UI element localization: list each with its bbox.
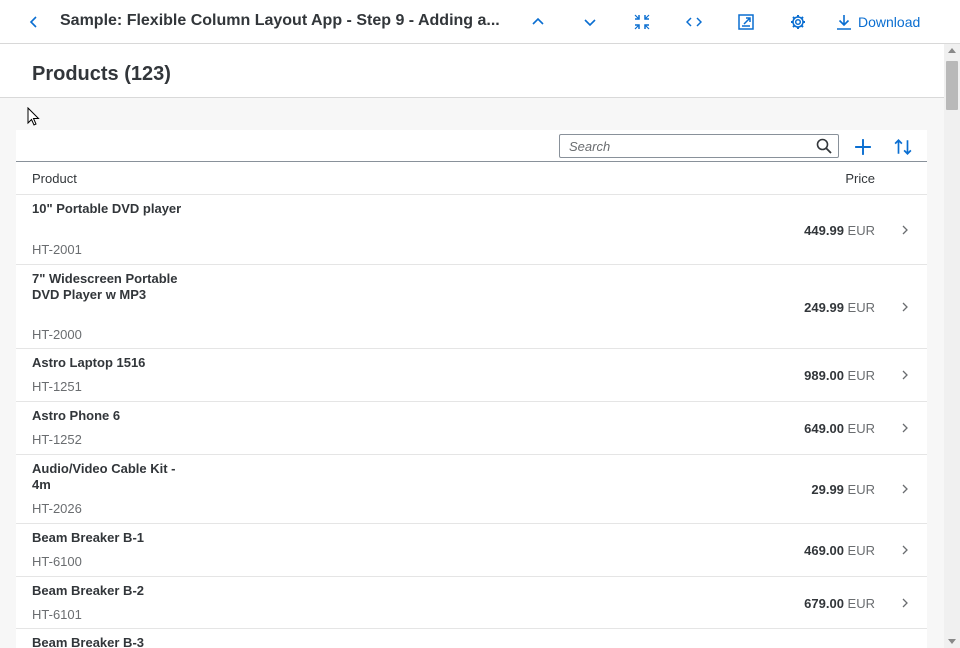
chevron-down-icon xyxy=(584,19,596,27)
table-row[interactable]: Audio/Video Cable Kit - 4m HT-2026 29.99… xyxy=(16,455,927,524)
product-id: HT-2026 xyxy=(32,501,82,516)
column-header-product[interactable]: Product xyxy=(32,171,77,186)
vertical-scrollbar[interactable] xyxy=(944,44,960,648)
show-code-button[interactable] xyxy=(684,8,704,36)
product-price: 449.99 EUR xyxy=(804,223,875,238)
settings-button[interactable] xyxy=(788,8,808,36)
table-toolbar xyxy=(16,130,927,162)
product-id: HT-6100 xyxy=(32,554,82,569)
back-icon xyxy=(29,16,37,28)
table-body: 10" Portable DVD player HT-2001 449.99 E… xyxy=(16,195,927,648)
price-currency: EUR xyxy=(847,482,875,497)
chevron-up-icon xyxy=(532,17,544,25)
page-title: Products (123) xyxy=(32,63,171,85)
chevron-right-icon xyxy=(902,370,908,380)
next-button[interactable] xyxy=(580,8,600,36)
scroll-up-icon[interactable] xyxy=(948,48,956,53)
product-price: 649.00 EUR xyxy=(804,421,875,436)
download-icon xyxy=(837,15,851,30)
gear-icon xyxy=(791,15,805,29)
price-currency: EUR xyxy=(847,543,875,558)
previous-button[interactable] xyxy=(528,8,548,36)
price-value: 249.99 xyxy=(804,300,844,315)
exit-full-screen-icon xyxy=(634,14,650,30)
chevron-right-icon xyxy=(902,423,908,433)
sort-icon xyxy=(894,139,912,155)
search-input[interactable] xyxy=(560,136,804,156)
products-table: Product Price 10" Portable DVD player HT… xyxy=(16,130,927,648)
price-value: 449.99 xyxy=(804,223,844,238)
product-id: HT-2001 xyxy=(32,242,82,257)
price-value: 649.00 xyxy=(804,421,844,436)
add-icon xyxy=(855,139,871,155)
table-row[interactable]: Beam Breaker B-3 xyxy=(16,629,927,648)
product-name: 10" Portable DVD player xyxy=(32,201,182,216)
price-value: 29.99 xyxy=(811,482,844,497)
add-button[interactable] xyxy=(852,136,874,158)
chevron-right-icon xyxy=(902,225,908,235)
table-row[interactable]: Astro Phone 6 HT-1252 649.00 EUR xyxy=(16,402,927,455)
price-currency: EUR xyxy=(847,223,875,238)
open-in-new-window-button[interactable] xyxy=(736,8,756,36)
product-price: 29.99 EUR xyxy=(811,482,875,497)
price-value: 469.00 xyxy=(804,543,844,558)
search-field[interactable] xyxy=(559,134,839,158)
back-button[interactable] xyxy=(24,8,44,36)
app-title: Sample: Flexible Column Layout App - Ste… xyxy=(60,12,500,29)
column-header-price[interactable]: Price xyxy=(845,171,875,186)
product-price: 679.00 EUR xyxy=(804,596,875,611)
product-id: HT-1252 xyxy=(32,432,82,447)
download-button[interactable]: Download xyxy=(836,8,920,36)
code-icon xyxy=(686,17,702,27)
product-price: 469.00 EUR xyxy=(804,543,875,558)
price-currency: EUR xyxy=(847,596,875,611)
table-header: Product Price xyxy=(16,162,927,195)
table-row[interactable]: Beam Breaker B-1 HT-6100 469.00 EUR xyxy=(16,524,927,577)
table-row[interactable]: Beam Breaker B-2 HT-6101 679.00 EUR xyxy=(16,577,927,629)
product-name: Astro Phone 6 xyxy=(32,408,121,423)
product-name: Audio/Video Cable Kit - 4m xyxy=(32,461,176,492)
price-value: 989.00 xyxy=(804,368,844,383)
price-currency: EUR xyxy=(847,421,875,436)
product-name: Astro Laptop 1516 xyxy=(32,355,146,370)
product-name: Beam Breaker B-2 xyxy=(32,583,145,598)
chevron-right-icon xyxy=(902,484,908,494)
price-value: 679.00 xyxy=(804,596,844,611)
product-price: 989.00 EUR xyxy=(804,368,875,383)
page-header: Products (123) xyxy=(0,44,944,98)
top-toolbar: Sample: Flexible Column Layout App - Ste… xyxy=(0,0,960,44)
exit-full-screen-button[interactable] xyxy=(632,8,652,36)
price-currency: EUR xyxy=(847,300,875,315)
product-id: HT-1251 xyxy=(32,379,82,394)
search-icon[interactable] xyxy=(816,138,832,154)
scrollbar-thumb[interactable] xyxy=(946,61,958,110)
chevron-right-icon xyxy=(902,302,908,312)
product-id: HT-2000 xyxy=(32,327,82,342)
price-currency: EUR xyxy=(847,368,875,383)
table-row[interactable]: Astro Laptop 1516 HT-1251 989.00 EUR xyxy=(16,349,927,402)
mouse-cursor-icon xyxy=(27,107,40,126)
product-name: 7" Widescreen Portable DVD Player w MP3 xyxy=(32,271,178,302)
product-id: HT-6101 xyxy=(32,607,82,622)
table-row[interactable]: 7" Widescreen Portable DVD Player w MP3 … xyxy=(16,265,927,349)
chevron-right-icon xyxy=(902,598,908,608)
product-price: 249.99 EUR xyxy=(804,300,875,315)
sort-button[interactable] xyxy=(892,136,914,158)
product-name: Beam Breaker B-1 xyxy=(32,530,145,545)
product-name: Beam Breaker B-3 xyxy=(32,635,145,648)
download-label: Download xyxy=(858,14,921,30)
chevron-right-icon xyxy=(902,545,908,555)
open-external-icon xyxy=(738,14,754,30)
table-row[interactable]: 10" Portable DVD player HT-2001 449.99 E… xyxy=(16,195,927,265)
scroll-down-icon[interactable] xyxy=(948,639,956,644)
